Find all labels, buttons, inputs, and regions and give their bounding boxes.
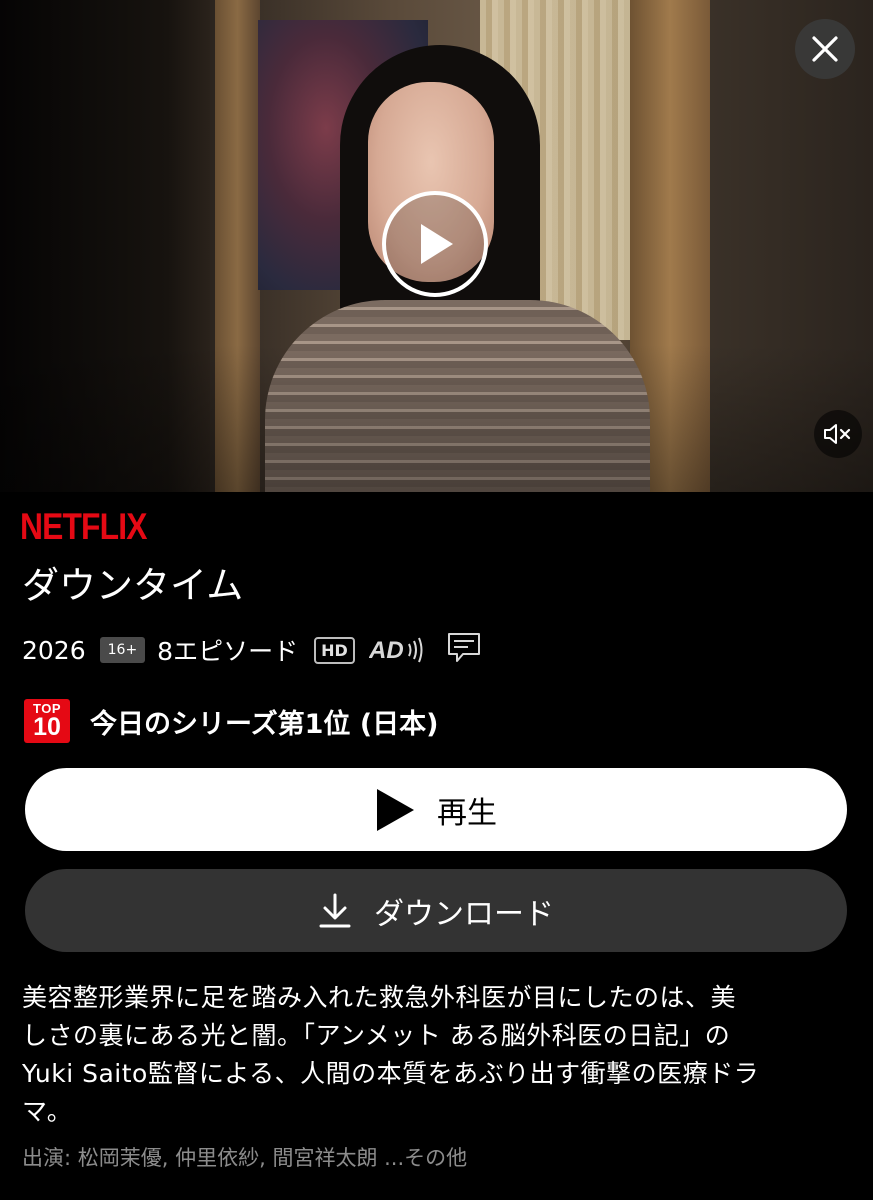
episode-count: 8エピソード [157, 637, 299, 666]
subtitles-icon [447, 632, 481, 668]
cast-list[interactable]: 出演: 松岡茉優, 仲里依紗, 間宮祥太朗 ...その他 [22, 1142, 467, 1172]
close-button[interactable] [795, 19, 855, 79]
play-circle-icon [421, 224, 453, 264]
play-button-label: 再生 [437, 795, 497, 831]
close-icon [812, 36, 838, 62]
download-button[interactable]: ダウンロード [25, 869, 847, 952]
download-button-label: ダウンロード [374, 896, 554, 932]
maturity-rating-badge: 16+ [99, 637, 146, 663]
audio-description-icon: AD [369, 636, 433, 664]
show-title: ダウンタイム [22, 564, 244, 607]
svg-text:AD: AD [369, 637, 404, 664]
metadata-row: 2026 16+ 8エピソード HD AD [22, 632, 481, 668]
top10-ranking: TOP 10 今日のシリーズ第1位 (日本) [24, 699, 439, 743]
video-preview[interactable] [0, 0, 873, 492]
download-icon [318, 893, 352, 929]
play-button[interactable]: 再生 [25, 768, 847, 851]
release-year: 2026 [22, 635, 86, 665]
speaker-muted-icon [824, 424, 851, 444]
synopsis: 美容整形業界に足を踏み入れた救急外科医が目にしたのは、美 しさの裏にある光と闇。… [22, 983, 760, 1126]
top10-badge-icon: TOP 10 [24, 699, 70, 743]
mute-button[interactable] [814, 410, 862, 458]
play-preview-button[interactable] [382, 191, 488, 297]
hd-badge: HD [314, 636, 355, 664]
ranking-text: 今日のシリーズ第1位 (日本) [90, 708, 439, 740]
play-icon [375, 788, 415, 832]
netflix-logo: NETFLIX [20, 506, 147, 547]
